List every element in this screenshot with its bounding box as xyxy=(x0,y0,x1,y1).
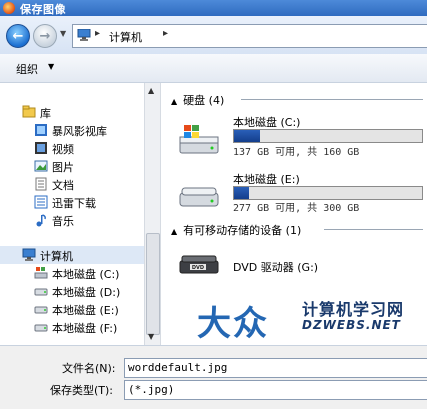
sidebar-item-label: 本地磁盘 (D:) xyxy=(52,286,121,299)
filetype-value: (*.jpg) xyxy=(128,383,175,396)
breadcrumb-computer[interactable]: 计算机 xyxy=(109,29,142,45)
filetype-label: 保存类型(T): xyxy=(50,384,114,397)
hard-drive-windows-icon xyxy=(179,125,219,154)
drive-name: 本地磁盘 (E:) xyxy=(233,173,300,186)
forward-button[interactable]: → xyxy=(33,24,57,48)
drive-usage-bar xyxy=(233,129,423,143)
library-icon xyxy=(22,105,36,118)
group-title: 有可移动存储的设备 (1) xyxy=(183,224,302,237)
drive-size-text: 137 GB 可用, 共 160 GB xyxy=(233,147,360,158)
scroll-up-icon[interactable]: ▲ xyxy=(148,86,154,95)
document-icon xyxy=(35,177,47,191)
svg-text:DVD: DVD xyxy=(192,265,204,271)
sidebar-item-drive-e[interactable]: 本地磁盘 (E:) xyxy=(0,300,145,318)
title-bar: 保存图像 xyxy=(0,0,427,16)
video-library-icon xyxy=(35,124,47,136)
computer-icon xyxy=(77,29,91,41)
sidebar-item-pictures[interactable]: 图片 xyxy=(0,157,145,175)
sidebar-item-label: 迅雷下载 xyxy=(52,197,96,210)
watermark-site-cn: 计算机学习网 xyxy=(302,300,405,319)
collapse-icon[interactable]: ▲ xyxy=(171,97,177,106)
group-header-harddisks[interactable]: ▲ 硬盘 (4) xyxy=(171,92,224,108)
sidebar-item-label: 库 xyxy=(40,107,51,120)
navigation-pane: 库 暴风影视库 视频 图片 文档 迅雷下载 音乐 计算机 本地磁盘 (C:) 本… xyxy=(0,83,145,345)
filename-input[interactable]: worddefault.jpg xyxy=(124,358,427,378)
sidebar-item-drive-d[interactable]: 本地磁盘 (D:) xyxy=(0,282,145,300)
sidebar-item-drive-c[interactable]: 本地磁盘 (C:) xyxy=(0,264,145,282)
scroll-down-icon[interactable]: ▼ xyxy=(148,332,154,341)
sidebar-item-label: 本地磁盘 (F:) xyxy=(52,322,118,335)
save-form: 文件名(N): worddefault.jpg 保存类型(T): (*.jpg) xyxy=(0,345,427,409)
drive-c-icon xyxy=(34,267,48,279)
group-divider xyxy=(241,99,423,100)
watermark-logo: 大众 xyxy=(197,304,269,344)
drive-icon xyxy=(34,324,48,332)
navigation-scrollbar[interactable]: ▲ ▼ xyxy=(144,83,160,345)
drive-icon xyxy=(34,288,48,296)
breadcrumb-separator[interactable]: ▸ xyxy=(95,28,100,39)
drive-name: DVD 驱动器 (G:) xyxy=(233,261,319,274)
scrollbar-thumb[interactable] xyxy=(146,233,160,335)
sidebar-item-label: 音乐 xyxy=(52,215,74,228)
dvd-drive-icon: DVD xyxy=(179,255,219,274)
breadcrumb-separator[interactable]: ▸ xyxy=(163,28,168,39)
sidebar-item-label: 视频 xyxy=(52,143,74,156)
drive-usage-fill xyxy=(234,130,261,142)
sidebar-item-documents[interactable]: 文档 xyxy=(0,175,145,193)
sidebar-item-drive-f[interactable]: 本地磁盘 (F:) xyxy=(0,318,145,336)
sidebar-item-label: 本地磁盘 (E:) xyxy=(52,304,119,317)
drive-usage-bar xyxy=(233,186,423,200)
history-dropdown-icon[interactable]: ▼ xyxy=(60,29,66,38)
sidebar-item-xunlei[interactable]: 迅雷下载 xyxy=(0,193,145,211)
group-divider xyxy=(324,229,423,230)
sidebar-item-music[interactable]: 音乐 xyxy=(0,211,145,229)
filetype-select[interactable]: (*.jpg) xyxy=(124,380,427,400)
computer-icon xyxy=(22,248,36,261)
group-title: 硬盘 (4) xyxy=(183,94,225,107)
toolbar: 组织 ▼ xyxy=(0,54,427,83)
music-icon xyxy=(36,214,46,227)
sidebar-item-label: 本地磁盘 (C:) xyxy=(52,268,120,281)
hard-drive-icon xyxy=(179,187,219,207)
group-header-removable[interactable]: ▲ 有可移动存储的设备 (1) xyxy=(171,222,301,238)
picture-icon xyxy=(34,160,48,172)
drive-usage-fill xyxy=(234,187,250,199)
window-title: 保存图像 xyxy=(20,3,66,16)
sidebar-item-video[interactable]: 视频 xyxy=(0,139,145,157)
drive-size-text: 277 GB 可用, 共 300 GB xyxy=(233,203,360,214)
video-icon xyxy=(35,142,47,154)
firefox-icon xyxy=(3,2,15,14)
organize-button[interactable]: 组织 xyxy=(16,61,38,77)
back-button[interactable]: ← xyxy=(6,24,30,48)
drive-name: 本地磁盘 (C:) xyxy=(233,116,301,129)
drive-icon xyxy=(34,306,48,314)
sidebar-item-label: 图片 xyxy=(52,161,74,174)
filename-label: 文件名(N): xyxy=(62,362,116,375)
address-row: ← → ▼ ▸ 计算机 ▸ xyxy=(0,16,427,54)
collapse-icon[interactable]: ▲ xyxy=(171,227,177,236)
organize-dropdown-icon[interactable]: ▼ xyxy=(48,62,54,71)
watermark-site-en: DZWEBS.NET xyxy=(302,318,401,332)
sidebar-item-label: 暴风影视库 xyxy=(52,125,107,138)
filename-value: worddefault.jpg xyxy=(128,361,228,374)
sidebar-item-library[interactable]: 库 xyxy=(0,103,145,121)
address-bar[interactable]: ▸ 计算机 ▸ xyxy=(72,24,427,48)
sidebar-item-computer[interactable]: 计算机 xyxy=(0,246,145,264)
download-icon xyxy=(34,195,48,209)
sidebar-item-label: 计算机 xyxy=(40,250,73,263)
sidebar-item-label: 文档 xyxy=(52,179,74,192)
sidebar-item-baofeng[interactable]: 暴风影视库 xyxy=(0,121,145,139)
